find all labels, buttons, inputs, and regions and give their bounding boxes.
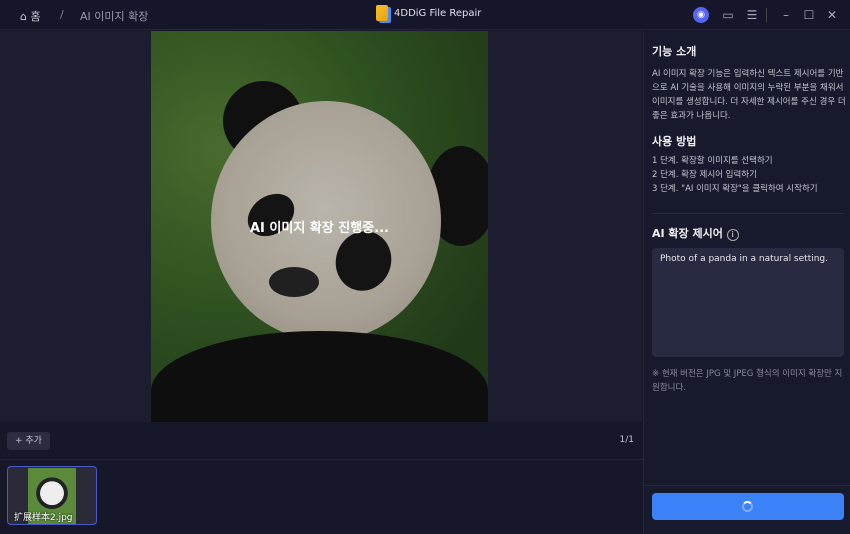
progress-text: AI 이미지 확장 진행중...	[250, 221, 389, 236]
menu-icon[interactable]: ☰	[744, 7, 760, 23]
loading-spinner-icon	[742, 501, 753, 512]
image-toolbar: + 추가 1/1	[0, 422, 642, 460]
breadcrumb-current: AI 이미지 확장	[80, 10, 149, 23]
usage-title: 사용 방법	[652, 135, 697, 148]
intro-title: 기능 소개	[652, 45, 697, 58]
intro-text: AI 이미지 확장 기능은 입력하신 텍스트 제시어를 기반으로 AI 기술을 …	[652, 69, 846, 121]
home-breadcrumb[interactable]: ⌂ 홈	[20, 8, 41, 24]
breadcrumb-separator: /	[60, 8, 64, 21]
thumbnail-filename: 扩展样本2.jpg	[14, 513, 73, 523]
app-logo-icon	[376, 5, 388, 21]
sidebar: 기능 소개 AI 이미지 확장 기능은 입력하신 텍스트 제시어를 기반으로 A…	[643, 31, 850, 534]
app-title: 4DDiG File Repair	[376, 5, 481, 21]
step-1: 1 단계. 확장할 이미지를 선택하기	[652, 156, 773, 166]
feedback-icon[interactable]: ▭	[720, 7, 736, 23]
divider	[652, 213, 844, 214]
title-bar: ⌂ 홈 / AI 이미지 확장 4DDiG File Repair ◉ ▭ ☰ …	[0, 0, 850, 30]
discord-icon[interactable]: ◉	[693, 7, 709, 23]
close-icon[interactable]: ✕	[824, 7, 840, 23]
page-indicator: 1/1	[619, 435, 634, 445]
divider	[766, 8, 767, 22]
prompt-input[interactable]: Photo of a panda in a natural setting.	[652, 248, 844, 357]
step-2: 2 단계. 확장 제시어 입력하기	[652, 170, 757, 180]
format-note: ※ 현재 버전은 JPG 및 JPEG 형식의 이미지 확장만 지원합니다.	[652, 369, 843, 393]
expand-button[interactable]	[652, 493, 844, 520]
preview-area: AI 이미지 확장 진행중...	[0, 31, 642, 422]
step-3: 3 단계. "AI 이미지 확장"을 클릭하여 시작하기	[652, 184, 818, 194]
maximize-icon[interactable]: ☐	[801, 7, 817, 23]
home-icon: ⌂	[20, 10, 27, 23]
add-image-button[interactable]: + 추가	[7, 432, 50, 450]
divider	[644, 485, 850, 486]
prompt-title: AI 확장 제시어 i	[652, 225, 739, 241]
minimize-icon[interactable]: –	[778, 7, 794, 23]
thumbnail-item[interactable]: 扩展样本2.jpg	[7, 466, 97, 525]
panda-image: AI 이미지 확장 진행중...	[151, 31, 488, 422]
info-icon[interactable]: i	[726, 229, 739, 241]
